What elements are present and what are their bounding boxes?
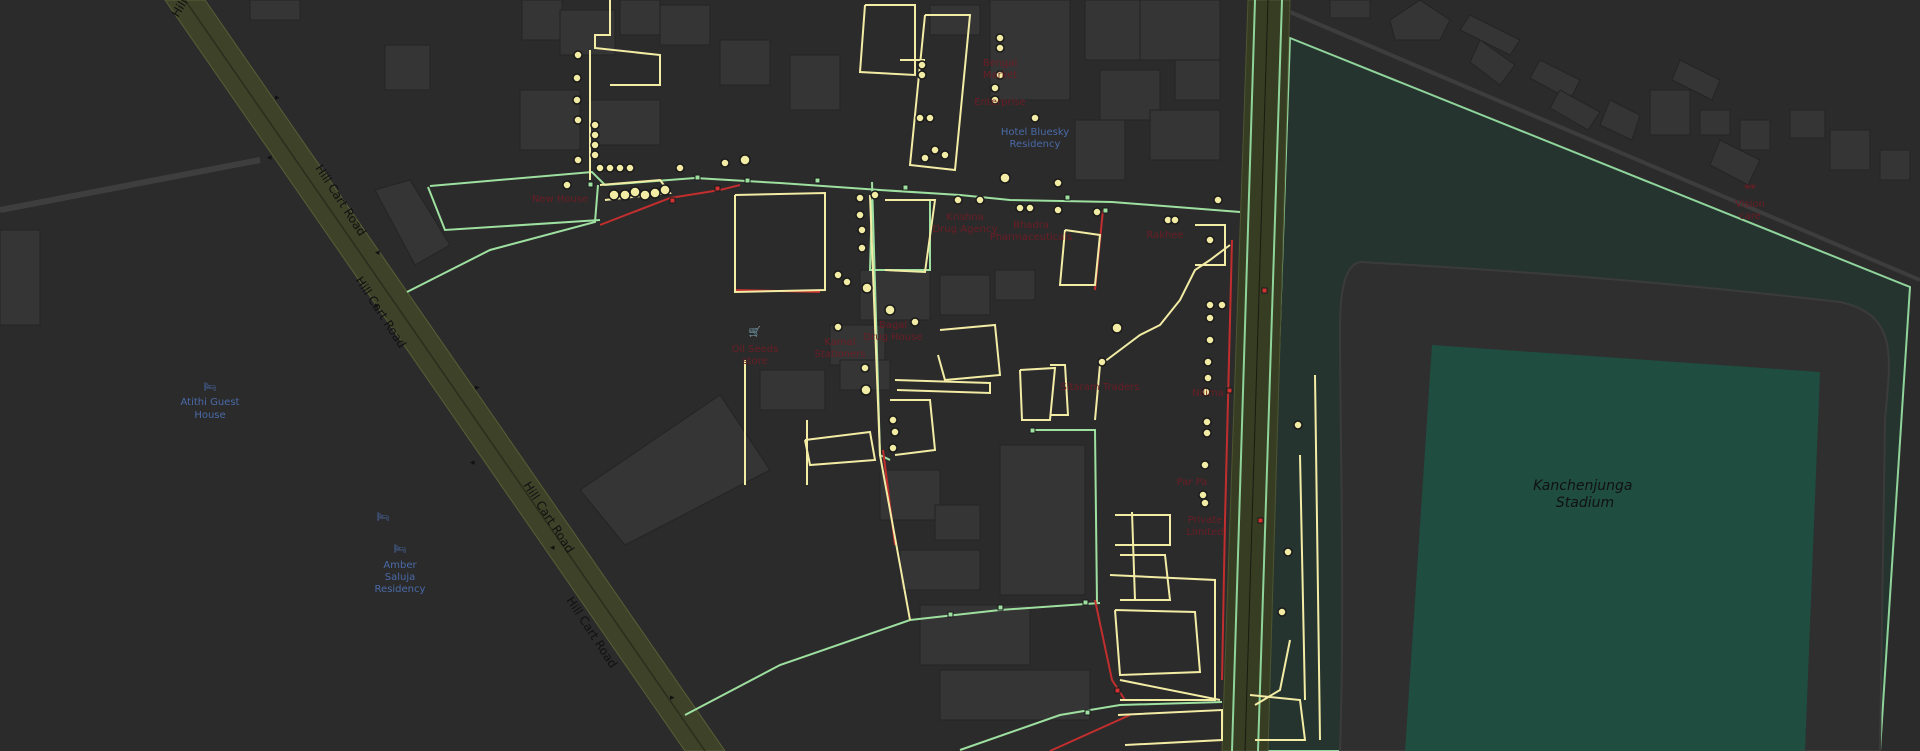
svg-text:Bagal: Bagal (879, 320, 907, 331)
svg-text:Stationers: Stationers (814, 349, 865, 360)
svg-text:Sitaram Traders: Sitaram Traders (1060, 382, 1139, 393)
svg-text:store: store (742, 356, 767, 367)
svg-text:Krishna: Krishna (946, 212, 983, 223)
hotel-icon: 🛏 (377, 512, 390, 523)
svg-text:🛒: 🛒 (749, 325, 761, 338)
svg-text:Bhadra: Bhadra (1013, 220, 1049, 231)
svg-text:Saluja: Saluja (385, 572, 416, 583)
svg-text:◂: ◂ (550, 543, 555, 553)
svg-text:Par Pa: Par Pa (1177, 477, 1208, 488)
svg-text:Residency: Residency (1010, 139, 1061, 150)
svg-text:Kamal: Kamal (824, 337, 855, 348)
svg-text:Amber: Amber (383, 560, 417, 571)
svg-text:New House: New House (532, 194, 588, 205)
svg-text:◂: ◂ (375, 248, 380, 258)
map-canvas[interactable]: Hill Cart Road Hill Cart Road Hill Cart … (0, 0, 1920, 751)
svg-text:Enterprise: Enterprise (974, 97, 1025, 108)
svg-text:Vision: Vision (1735, 199, 1765, 210)
svg-text:Atithi Guest: Atithi Guest (181, 397, 240, 408)
svg-text:🕶: 🕶 (1744, 182, 1757, 193)
svg-text:Rakhee: Rakhee (1146, 230, 1183, 241)
svg-text:▸: ▸ (475, 383, 480, 393)
svg-text:Bengal: Bengal (983, 58, 1018, 69)
svg-text:Pharmaceuticals: Pharmaceuticals (990, 232, 1073, 243)
svg-text:care: care (1739, 211, 1761, 222)
svg-text:Nilima: Nilima (1192, 388, 1224, 399)
hotel-icon: 🛏 (204, 382, 217, 393)
svg-text:Limited: Limited (1186, 527, 1223, 538)
svg-text:Market: Market (983, 70, 1017, 81)
svg-text:House: House (194, 410, 225, 421)
hotel-icon: 🛏 (394, 544, 407, 555)
svg-text:Residency: Residency (375, 584, 426, 595)
svg-text:Drug Agency: Drug Agency (933, 224, 998, 235)
svg-text:▸: ▸ (670, 693, 675, 703)
svg-text:Private: Private (1188, 515, 1223, 526)
svg-text:▸: ▸ (275, 93, 280, 103)
svg-text:◂: ◂ (470, 458, 475, 468)
svg-text:Drug House: Drug House (863, 332, 922, 343)
svg-text:▸: ▸ (375, 301, 380, 311)
stadium-pitch (1405, 345, 1820, 751)
svg-text:Oil Seeds: Oil Seeds (732, 344, 779, 355)
svg-text:◂: ◂ (267, 153, 272, 163)
svg-text:Hotel Bluesky: Hotel Bluesky (1001, 127, 1069, 138)
